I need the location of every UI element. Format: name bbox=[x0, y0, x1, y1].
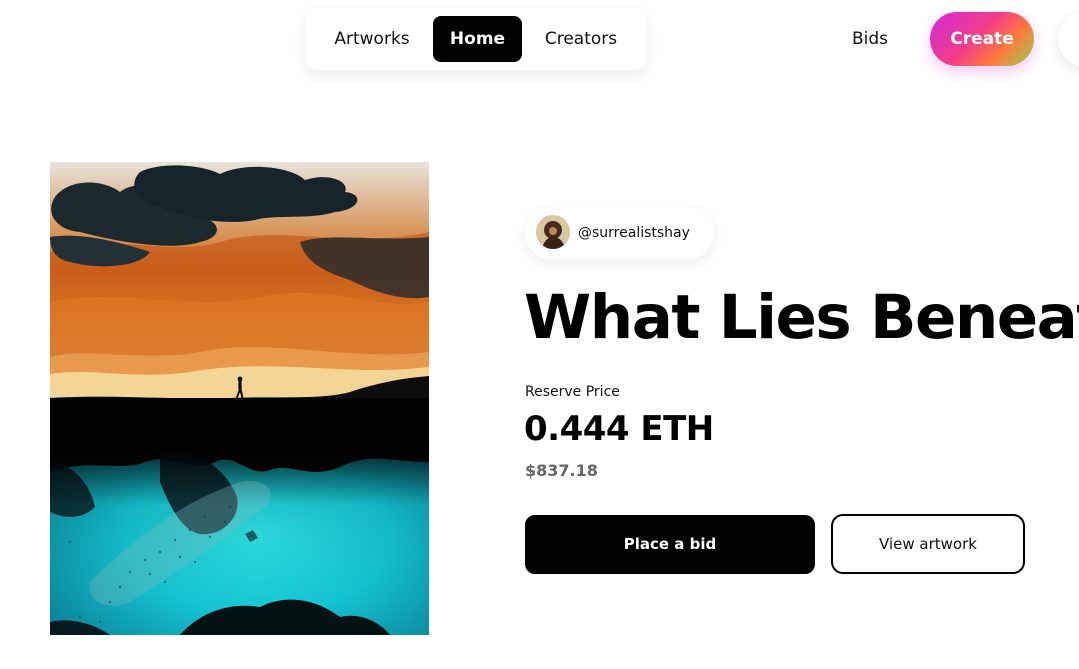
creator-chip[interactable]: @surrealistshay bbox=[525, 207, 714, 259]
profile-button[interactable] bbox=[1058, 11, 1079, 67]
reserve-price-label: Reserve Price bbox=[525, 384, 620, 400]
creator-avatar bbox=[536, 215, 570, 249]
reserve-price-usd: $837.18 bbox=[525, 461, 598, 480]
creator-handle: @surrealistshay bbox=[578, 225, 690, 241]
reserve-price-eth: 0.444 ETH bbox=[524, 409, 714, 449]
create-button[interactable]: Create bbox=[930, 12, 1034, 66]
main-nav: Artworks Home Creators bbox=[306, 8, 646, 70]
nav-creators-link[interactable]: Creators bbox=[538, 16, 624, 62]
artwork-image[interactable] bbox=[50, 162, 429, 635]
place-bid-button[interactable]: Place a bid bbox=[525, 515, 815, 574]
nav-home-link[interactable]: Home bbox=[433, 16, 522, 62]
bids-link[interactable]: Bids bbox=[852, 16, 888, 62]
artwork-title: What Lies Beneath bbox=[524, 282, 1079, 353]
page: Artworks Home Creators Bids Create @surr… bbox=[0, 0, 1079, 669]
view-artwork-button[interactable]: View artwork bbox=[831, 514, 1025, 574]
artwork-illustration bbox=[50, 162, 429, 635]
nav-artworks-link[interactable]: Artworks bbox=[328, 16, 416, 62]
